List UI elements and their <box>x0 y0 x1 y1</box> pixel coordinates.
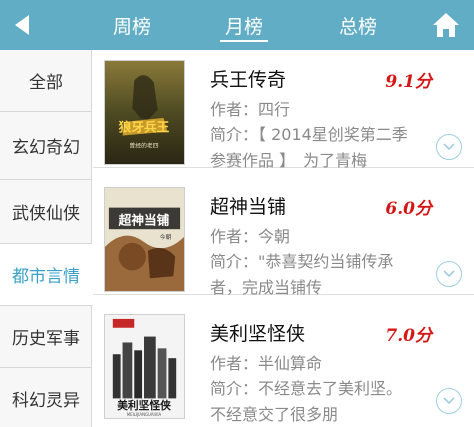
sidebar-item-fantasy[interactable]: 玄幻奇幻 <box>0 112 92 180</box>
sidebar-item-history[interactable]: 历史军事 <box>0 306 92 368</box>
cover-author: 曾经的老四 <box>129 141 158 149</box>
chevron-down-icon <box>443 270 455 278</box>
book-cover: 狼牙兵王 曾经的老四 <box>104 60 185 165</box>
cover-subtitle: MEILIJIANGUAIXIA <box>127 412 162 417</box>
cover-title: 狼牙兵王 <box>118 120 170 135</box>
home-button[interactable] <box>432 12 460 38</box>
chevron-down-icon <box>443 397 455 405</box>
home-icon <box>433 13 459 37</box>
cover-author: 今朝 <box>160 233 172 241</box>
list-item[interactable]: 超神当铺 今朝 超神当铺 6.0分 作者：今朝 简介："恭喜契约当铺传承者，完成… <box>93 177 474 297</box>
book-author: 作者：四行 <box>210 100 291 119</box>
list-item[interactable]: 美利坚怪侠 MEILIJIANGUAIXIA 美利坚怪侠 7.0分 作者：半仙算… <box>93 304 474 427</box>
tab-weekly[interactable]: 周榜 <box>92 0 172 50</box>
cover-title: 美利坚怪侠 <box>117 399 171 412</box>
tab-total[interactable]: 总榜 <box>318 0 398 50</box>
sidebar-item-scifi[interactable]: 科幻灵异 <box>0 368 92 427</box>
expand-button[interactable] <box>436 388 462 414</box>
book-intro: 简介："恭喜契约当铺传承者，完成当铺传 <box>210 252 394 297</box>
cover-title: 超神当铺 <box>118 212 170 227</box>
back-arrow-icon <box>15 15 29 35</box>
book-score: 9.1分 <box>385 72 432 92</box>
expand-button[interactable] <box>436 261 462 287</box>
book-score: 7.0分 <box>385 326 432 346</box>
top-bar: 周榜 月榜 总榜 <box>0 0 474 50</box>
book-title: 超神当铺 <box>210 196 287 218</box>
book-title: 美利坚怪侠 <box>210 323 306 345</box>
chevron-down-icon <box>443 143 455 151</box>
sidebar-item-urban[interactable]: 都市言情 <box>0 244 93 306</box>
list-item[interactable]: 狼牙兵王 曾经的老四 兵王传奇 9.1分 作者：四行 简介：【 2014星创奖第… <box>93 50 474 170</box>
expand-button[interactable] <box>436 134 462 160</box>
book-list: 狼牙兵王 曾经的老四 兵王传奇 9.1分 作者：四行 简介：【 2014星创奖第… <box>93 50 474 427</box>
book-score: 6.0分 <box>385 199 432 219</box>
book-cover: 超神当铺 今朝 <box>104 187 185 292</box>
book-author: 作者：半仙算命 <box>210 354 323 373</box>
sidebar-item-all[interactable]: 全部 <box>0 50 92 112</box>
tab-monthly[interactable]: 月榜 <box>204 0 284 50</box>
book-cover: 美利坚怪侠 MEILIJIANGUAIXIA <box>104 314 185 419</box>
book-title: 兵王传奇 <box>210 69 287 91</box>
book-author: 作者：今朝 <box>210 227 291 246</box>
back-button[interactable] <box>0 0 44 50</box>
category-sidebar: 全部 玄幻奇幻 武侠仙侠 都市言情 历史军事 科幻灵异 <box>0 50 93 427</box>
sidebar-item-wuxia[interactable]: 武侠仙侠 <box>0 180 92 244</box>
book-intro: 简介：不经意去了美利坚。 不经意交了很多朋 <box>210 379 411 424</box>
book-intro: 简介：【 2014星创奖第二季参赛作品 】 为了青梅 <box>210 125 408 170</box>
